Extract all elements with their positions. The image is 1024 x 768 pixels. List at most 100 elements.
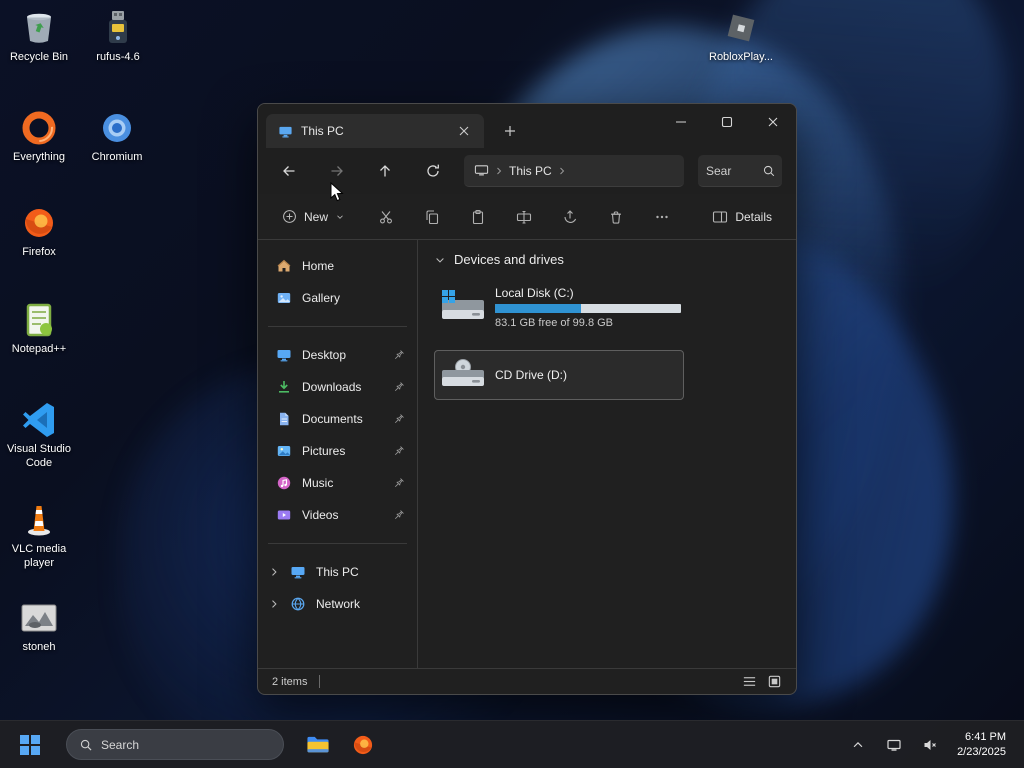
sidebar-item-network[interactable]: Network — [262, 588, 413, 620]
paste-button[interactable] — [459, 200, 497, 234]
forward-button[interactable] — [320, 155, 354, 187]
sidebar-separator — [268, 326, 407, 327]
new-button[interactable]: New — [272, 203, 355, 230]
titlebar[interactable]: This PC — [258, 104, 796, 148]
breadcrumb[interactable]: This PC — [509, 164, 552, 178]
drive-usage-bar — [495, 304, 681, 313]
copy-button[interactable] — [413, 200, 451, 234]
sidebar-item-pictures[interactable]: Pictures — [262, 435, 413, 467]
address-bar[interactable]: This PC — [464, 155, 684, 187]
videos-icon — [277, 510, 291, 520]
pin-icon — [394, 478, 404, 488]
devices-and-drives-header[interactable]: Devices and drives — [434, 252, 780, 267]
usb-drive-icon — [109, 11, 127, 43]
desktop-icon-chromium[interactable]: Chromium — [78, 108, 156, 165]
volume-muted-icon — [924, 739, 936, 750]
drive-name: Local Disk (C:) — [495, 286, 574, 300]
sidebar-item-label: Pictures — [302, 444, 346, 458]
tray-network-button[interactable] — [879, 725, 909, 765]
tray-overflow-button[interactable] — [843, 725, 873, 765]
pictures-icon — [277, 446, 291, 456]
cd-drive-icon — [441, 358, 485, 392]
taskbar: Search 6:41 PM 2/23/2025 — [0, 720, 1024, 768]
minimize-button[interactable] — [658, 104, 704, 140]
rename-button[interactable] — [505, 200, 543, 234]
sidebar-item-downloads[interactable]: Downloads — [262, 371, 413, 403]
tray-volume-muted-button[interactable] — [915, 725, 945, 765]
share-button[interactable] — [551, 200, 589, 234]
desktop-icon-notepadpp[interactable]: Notepad++ — [0, 300, 78, 357]
desktop-icon-label: rufus-4.6 — [96, 51, 140, 63]
desktop-icon-vlc[interactable]: VLC media player — [0, 500, 78, 571]
network-icon — [887, 739, 901, 751]
section-title: Devices and drives — [454, 252, 564, 267]
explorer-main: Home Gallery Desktop Downloads Documents… — [258, 240, 796, 668]
arrow-left-icon — [283, 166, 295, 176]
vlc-icon — [28, 506, 50, 536]
chevron-up-icon — [853, 741, 863, 747]
desktop-icon-rufus[interactable]: rufus-4.6 — [79, 8, 157, 65]
maximize-icon — [721, 116, 733, 128]
drive-free-space: 83.1 GB free of 99.8 GB — [495, 317, 614, 329]
delete-button[interactable] — [597, 200, 635, 234]
desktop-icon-roblox[interactable]: RobloxPlay... — [702, 8, 780, 65]
window-controls — [658, 104, 796, 140]
more-options-button[interactable] — [643, 200, 681, 234]
sidebar-item-label: Documents — [302, 412, 363, 426]
close-icon — [768, 117, 778, 127]
cut-icon — [380, 210, 392, 223]
desktop-icon-label: Chromium — [91, 151, 143, 163]
rename-icon — [516, 210, 532, 224]
search-text: Sear — [706, 163, 732, 178]
details-button[interactable]: Details — [702, 203, 782, 231]
refresh-button[interactable] — [416, 155, 450, 187]
new-tab-button[interactable] — [498, 119, 522, 143]
tab-this-pc[interactable]: This PC — [266, 114, 484, 148]
tab-close-button[interactable] — [452, 119, 476, 143]
desktop-icon-label: RobloxPlay... — [709, 51, 773, 63]
clock-date: 2/23/2025 — [957, 745, 1006, 758]
drive-local-disk-c[interactable]: Local Disk (C:) 83.1 GB free of 99.8 GB — [434, 279, 684, 336]
drive-cd-d[interactable]: CD Drive (D:) — [434, 350, 684, 400]
taskbar-clock[interactable]: 6:41 PM 2/23/2025 — [957, 730, 1006, 760]
desktop-icon-vscode[interactable]: Visual Studio Code — [0, 400, 78, 471]
up-button[interactable] — [368, 155, 402, 187]
desktop-icon-label: Visual Studio Code — [6, 443, 71, 469]
navigation-pane: Home Gallery Desktop Downloads Documents… — [258, 240, 418, 668]
pin-icon — [394, 382, 404, 392]
desktop-icon-label: Recycle Bin — [9, 51, 69, 63]
taskbar-search-input[interactable]: Search — [66, 729, 284, 760]
sidebar-item-desktop[interactable]: Desktop — [262, 339, 413, 371]
start-button[interactable] — [10, 725, 50, 765]
cut-button[interactable] — [367, 200, 405, 234]
plus-icon — [505, 126, 515, 136]
clock-time: 6:41 PM — [965, 730, 1006, 743]
sidebar-item-music[interactable]: Music — [262, 467, 413, 499]
list-view-icon[interactable] — [742, 674, 757, 689]
desktop-icon-recycle-bin[interactable]: Recycle Bin — [0, 8, 78, 65]
desktop-folder-icon — [277, 350, 291, 362]
music-icon — [277, 476, 291, 490]
sidebar-item-home[interactable]: Home — [262, 250, 413, 282]
arrow-right-icon — [331, 166, 343, 176]
close-button[interactable] — [750, 104, 796, 140]
sidebar-item-documents[interactable]: Documents — [262, 403, 413, 435]
sidebar-item-videos[interactable]: Videos — [262, 499, 413, 531]
sidebar-item-label: Downloads — [302, 380, 362, 394]
maximize-button[interactable] — [704, 104, 750, 140]
large-icons-view-icon[interactable] — [767, 674, 782, 689]
command-icons — [367, 200, 681, 234]
taskbar-file-explorer-button[interactable] — [298, 725, 338, 765]
sidebar-item-this-pc[interactable]: This PC — [262, 556, 413, 588]
desktop-icon-stoneh[interactable]: stoneh — [0, 598, 78, 655]
sidebar-item-label: Music — [302, 476, 334, 490]
desktop-icon-everything[interactable]: Everything — [0, 108, 78, 165]
taskbar-firefox-button[interactable] — [343, 725, 383, 765]
desktop-icon-firefox[interactable]: Firefox — [0, 203, 78, 260]
notepadpp-icon — [26, 303, 52, 337]
sidebar-item-gallery[interactable]: Gallery — [262, 282, 413, 314]
vscode-icon — [23, 403, 54, 437]
explorer-search-input[interactable]: Sear — [698, 155, 782, 187]
desktop-icon-label: Notepad++ — [11, 343, 67, 355]
back-button[interactable] — [272, 155, 306, 187]
